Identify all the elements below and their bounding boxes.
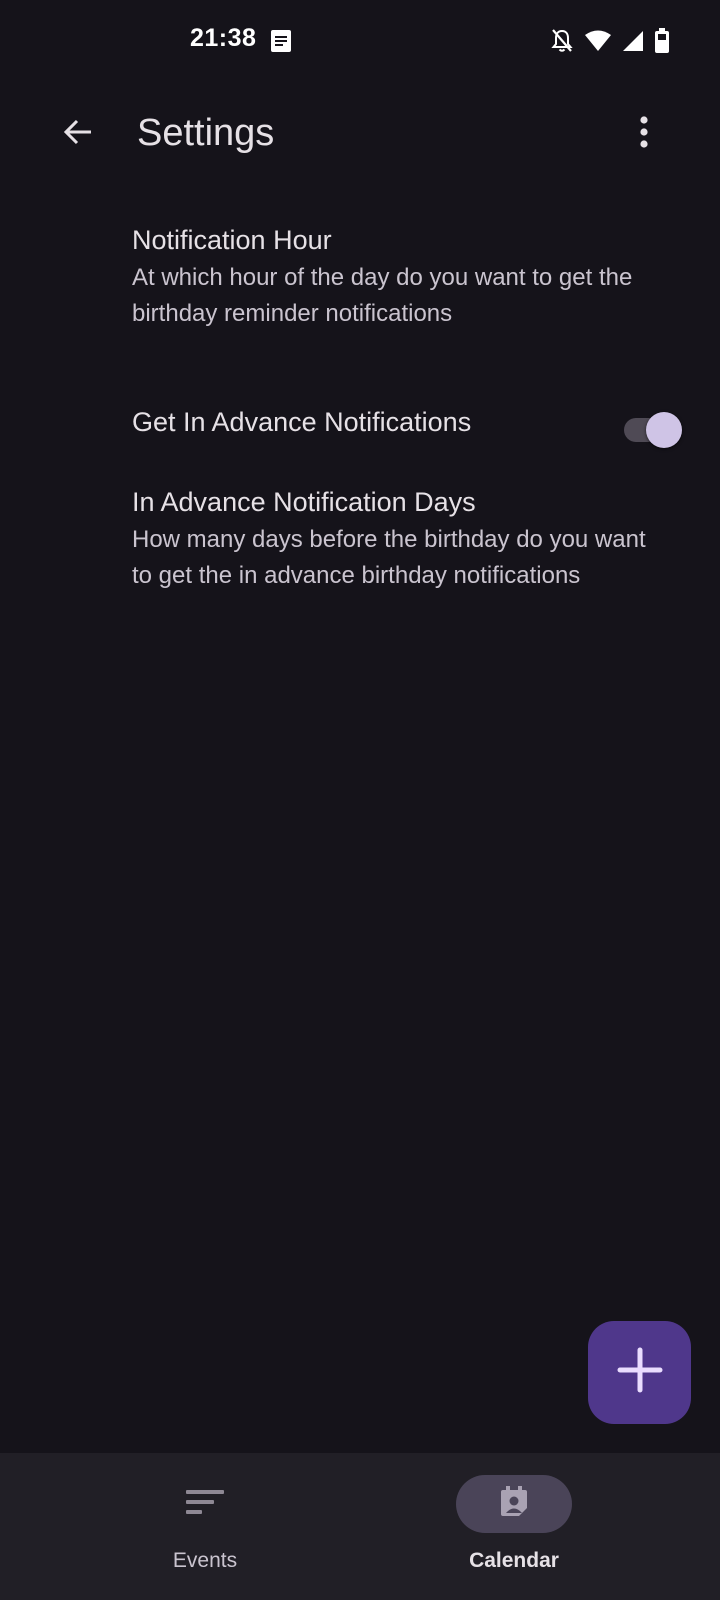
back-button[interactable]	[52, 108, 104, 160]
signal-icon	[622, 30, 644, 52]
add-button[interactable]	[588, 1321, 691, 1424]
nav-indicator-selected	[456, 1475, 572, 1533]
setting-description: At which hour of the day do you want to …	[132, 264, 633, 327]
battery-icon	[654, 28, 670, 54]
settings-screen: 21:38 Settings Notification Hour At whic…	[0, 0, 720, 1600]
setting-title: Get In Advance Notifications	[132, 407, 472, 437]
add-icon	[617, 1347, 663, 1398]
setting-advance-notifications[interactable]: Get In Advance Notifications	[132, 388, 692, 468]
advance-notifications-toggle[interactable]	[624, 412, 682, 448]
status-icons	[550, 26, 670, 56]
setting-description: How many days before the birthday do you…	[132, 526, 646, 589]
more-vert-icon	[639, 115, 649, 154]
sort-lines-icon	[185, 1488, 225, 1521]
app-bar: Settings	[0, 96, 720, 176]
status-time: 21:38	[190, 24, 257, 52]
wifi-icon	[584, 29, 612, 53]
setting-title: Notification Hour	[132, 225, 332, 255]
status-bar: 21:38	[0, 0, 720, 84]
setting-title: In Advance Notification Days	[132, 487, 476, 517]
overflow-menu-button[interactable]	[620, 108, 668, 160]
nav-label-calendar: Calendar	[469, 1549, 559, 1572]
nav-label-events: Events	[172, 1549, 238, 1572]
setting-advance-days[interactable]: In Advance Notification Days How many da…	[132, 482, 692, 594]
page-title: Settings	[137, 112, 275, 154]
note-icon	[270, 29, 292, 53]
bottom-navigation: Events Calendar	[0, 1453, 720, 1600]
notifications-off-icon	[550, 28, 574, 54]
nav-item-calendar[interactable]: Calendar	[414, 1475, 614, 1585]
toggle-thumb	[646, 412, 682, 448]
nav-indicator	[147, 1475, 263, 1533]
nav-item-events[interactable]: Events	[105, 1475, 305, 1585]
arrow-back-icon	[62, 116, 94, 153]
calendar-person-icon	[499, 1485, 529, 1523]
setting-notification-hour[interactable]: Notification Hour At which hour of the d…	[132, 220, 692, 332]
